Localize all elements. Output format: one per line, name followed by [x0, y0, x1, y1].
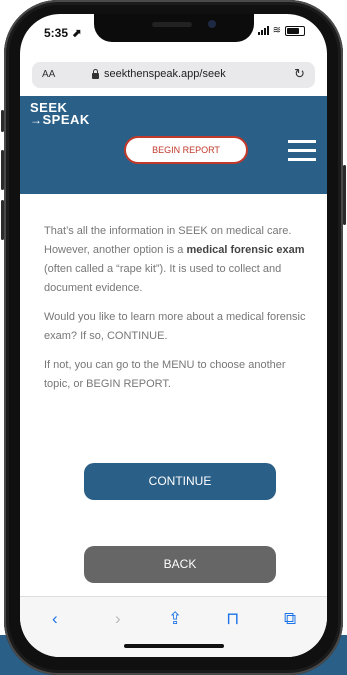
info-paragraph-3: If not, you can go to the MENU to choose…	[44, 359, 286, 390]
battery-icon	[285, 25, 305, 36]
power-button	[343, 165, 346, 225]
signal-icon	[257, 26, 269, 35]
bookmarks-icon[interactable]: ⊓	[226, 609, 239, 629]
volume-down-button	[1, 200, 4, 240]
volume-up-button	[1, 150, 4, 190]
text-size-button[interactable]: AA	[42, 69, 55, 80]
info-content: That’s all the information in SEEK on me…	[44, 222, 306, 404]
seek-then-speak-logo[interactable]: SEEK →SPEAK	[30, 101, 90, 127]
address-bar[interactable]: AA seekthenspeak.app/seek ↻	[32, 62, 315, 88]
phone-frame: 5:35 ⬈ ≋ AA seekthenspeak.app/seek ↻ SEE…	[1, 0, 346, 675]
continue-button[interactable]: CONTINUE	[84, 463, 276, 500]
phone-screen: 5:35 ⬈ ≋ AA seekthenspeak.app/seek ↻ SEE…	[20, 14, 327, 657]
mute-switch	[1, 110, 4, 132]
status-indicators: ≋	[257, 25, 305, 36]
logo-line2: SPEAK	[42, 112, 90, 127]
speaker-grille	[152, 22, 192, 27]
app-header: SEEK →SPEAK BEGIN REPORT	[20, 96, 327, 194]
browser-forward-icon[interactable]: ›	[115, 609, 121, 629]
begin-report-button[interactable]: BEGIN REPORT	[124, 136, 248, 164]
hamburger-menu-icon[interactable]	[288, 140, 316, 162]
tabs-icon[interactable]: ⧉	[284, 609, 296, 629]
wifi-icon: ≋	[272, 25, 281, 36]
camera-icon	[208, 20, 216, 28]
url-text: seekthenspeak.app/seek	[104, 68, 226, 80]
share-icon[interactable]: ⇪	[168, 609, 182, 629]
status-time: 5:35 ⬈	[44, 26, 82, 40]
reload-icon[interactable]: ↻	[294, 66, 305, 82]
browser-back-icon[interactable]: ‹	[52, 609, 58, 629]
url-display[interactable]: seekthenspeak.app/seek	[92, 68, 226, 80]
info-paragraph-2: Would you like to learn more about a med…	[44, 311, 306, 342]
lock-icon	[92, 68, 99, 79]
back-button[interactable]: BACK	[84, 546, 276, 583]
info-paragraph-1: That’s all the information in SEEK on me…	[44, 225, 305, 294]
emphasis-medical-forensic-exam: medical forensic exam	[186, 244, 305, 256]
logo-arrow: →	[30, 113, 43, 127]
notch	[94, 14, 254, 42]
home-indicator	[124, 644, 224, 648]
